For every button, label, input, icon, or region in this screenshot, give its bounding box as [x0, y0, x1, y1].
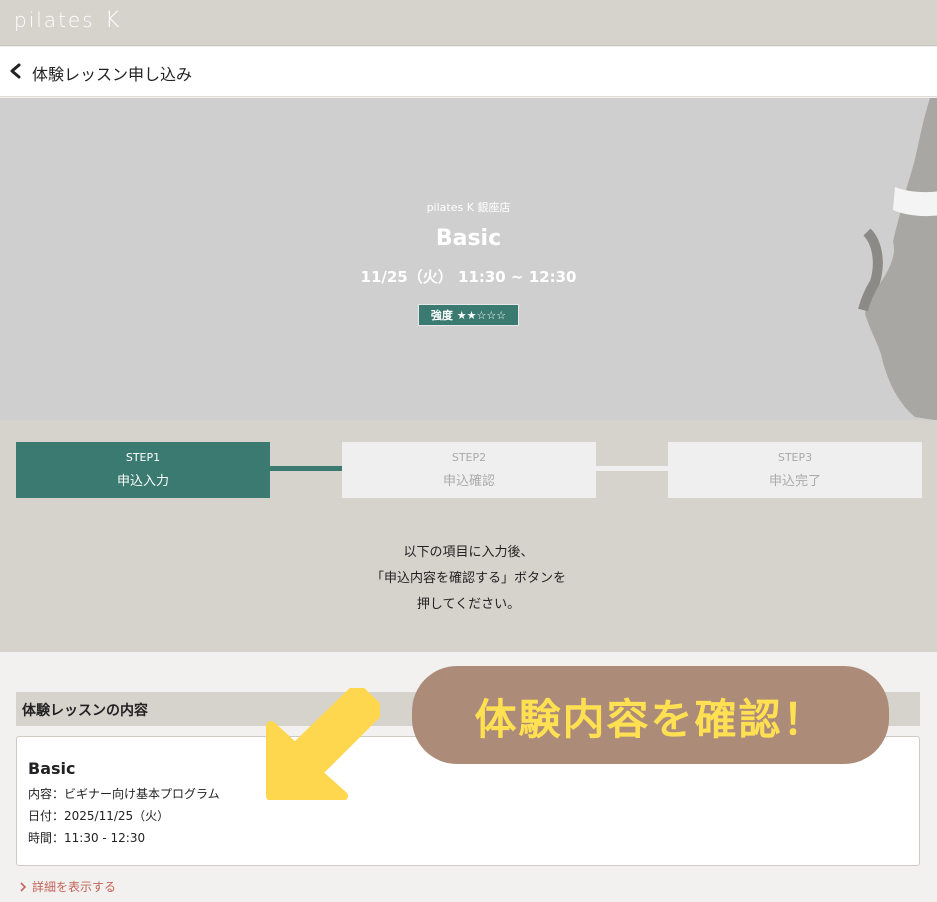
step-3: STEP3 申込完了 — [668, 442, 922, 498]
card-content: 内容：ビギナー向け基本プログラム — [28, 787, 220, 801]
card-date: 日付：2025/11/25（火） — [28, 809, 170, 823]
top-header: pilates K — [0, 0, 937, 46]
step-connector-2 — [596, 466, 668, 471]
chevron-right-icon — [20, 882, 27, 892]
step-connector-1 — [270, 466, 342, 471]
step-2: STEP2 申込確認 — [342, 442, 596, 498]
intensity-badge: 強度 ★★☆☆☆ — [418, 304, 519, 326]
callout-bubble: 体験内容を確認！ — [412, 666, 889, 764]
section-title: 体験レッスンの内容 — [22, 703, 148, 719]
nav-bar: 体験レッスン申し込み — [0, 47, 937, 97]
instruction-text: 以下の項目に入力後、 「申込内容を確認する」ボタンを 押してください。 — [370, 545, 566, 612]
pilates-k-logo[interactable]: pilates K — [14, 8, 121, 33]
page-title: 体験レッスン申し込み — [32, 65, 193, 84]
lesson-hero: pilates K 銀座店 Basic 11/25（火） 11:30 ~ 12:… — [0, 98, 937, 420]
pointer-arrow-icon — [266, 688, 380, 800]
card-time: 時間：11:30 - 12:30 — [28, 831, 146, 845]
studio-name: pilates K 銀座店 — [426, 201, 511, 214]
pilates-model-photo — [858, 98, 937, 420]
lesson-datetime: 11/25（火） 11:30 ~ 12:30 — [360, 268, 577, 286]
card-lesson-name: Basic — [28, 759, 76, 778]
callout-text: 体験内容を確認！ — [474, 695, 827, 744]
step-1: STEP1 申込入力 — [16, 442, 270, 498]
step-progress: STEP1 申込入力 STEP2 申込確認 STEP3 申込完了 以下の項目に入… — [0, 420, 937, 652]
back-chevron-icon[interactable] — [6, 61, 26, 81]
lesson-name: Basic — [435, 226, 502, 251]
show-details-link[interactable]: 詳細を表示する — [18, 878, 116, 895]
